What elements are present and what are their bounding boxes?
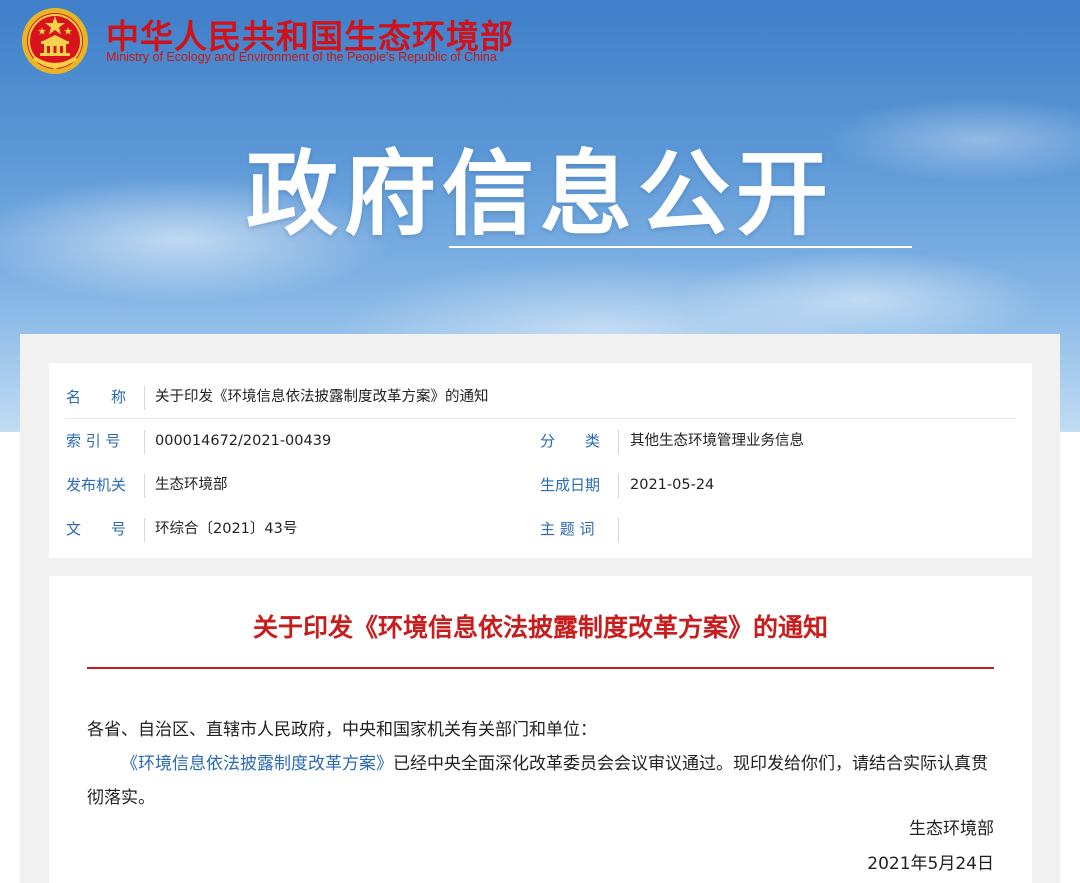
meta-row-publisher: 发布机关 生态环境部 生成日期 2021-05-24 [49,463,1032,507]
separator [144,474,145,498]
national-emblem-icon [22,8,88,74]
ministry-name-en: Ministry of Ecology and Environment of t… [106,50,497,64]
meta-row-docno: 文 号 环综合〔2021〕43号 主 题 词 [49,507,1032,551]
separator [144,386,145,410]
category-value: 其他生态环境管理业务信息 [630,433,804,449]
document-title: 关于印发《环境信息依法披露制度改革方案》的通知 [252,613,828,642]
date-value: 2021-05-24 [630,477,715,493]
document-date: 2021年5月24日 [867,854,994,874]
separator [144,518,145,542]
meta-row-name: 名 称 关于印发《环境信息依法披露制度改革方案》的通知 [49,375,1032,419]
docno-value: 环综合〔2021〕43号 [155,521,298,537]
heading-underline [449,246,912,248]
document-signature: 生态环境部 [909,819,994,839]
separator [618,430,619,454]
document-salutation: 各省、自治区、直辖市人民政府，中央和国家机关有关部门和单位： [87,720,597,740]
separator [618,518,619,542]
publisher-label: 发布机关 [66,476,127,494]
document-paragraph: 《环境信息依法披露制度改革方案》已经中央全面深化改革委员会会议审议通过。现印发给… [87,747,994,815]
name-label: 名 称 [66,388,127,406]
name-value: 关于印发《环境信息依法披露制度改革方案》的通知 [155,389,489,405]
category-label: 分 类 [540,432,601,450]
keywords-label: 主 题 词 [540,520,595,538]
docno-label: 文 号 [66,520,127,538]
meta-row-index: 索 引 号 000014672/2021-00439 分 类 其他生态环境管理业… [49,419,1032,463]
metadata-table: 名 称 关于印发《环境信息依法披露制度改革方案》的通知 索 引 号 000014… [49,363,1032,558]
index-value: 000014672/2021-00439 [155,433,332,449]
page-heading: 政府信息公开 [245,141,834,248]
index-label: 索 引 号 [66,432,121,450]
date-label: 生成日期 [540,476,601,494]
plan-link[interactable]: 《环境信息依法披露制度改革方案》 [121,754,393,774]
title-divider [87,667,994,669]
publisher-value: 生态环境部 [155,477,228,493]
separator [618,474,619,498]
document-card: 关于印发《环境信息依法披露制度改革方案》的通知 各省、自治区、直辖市人民政府，中… [49,576,1032,883]
separator [144,430,145,454]
